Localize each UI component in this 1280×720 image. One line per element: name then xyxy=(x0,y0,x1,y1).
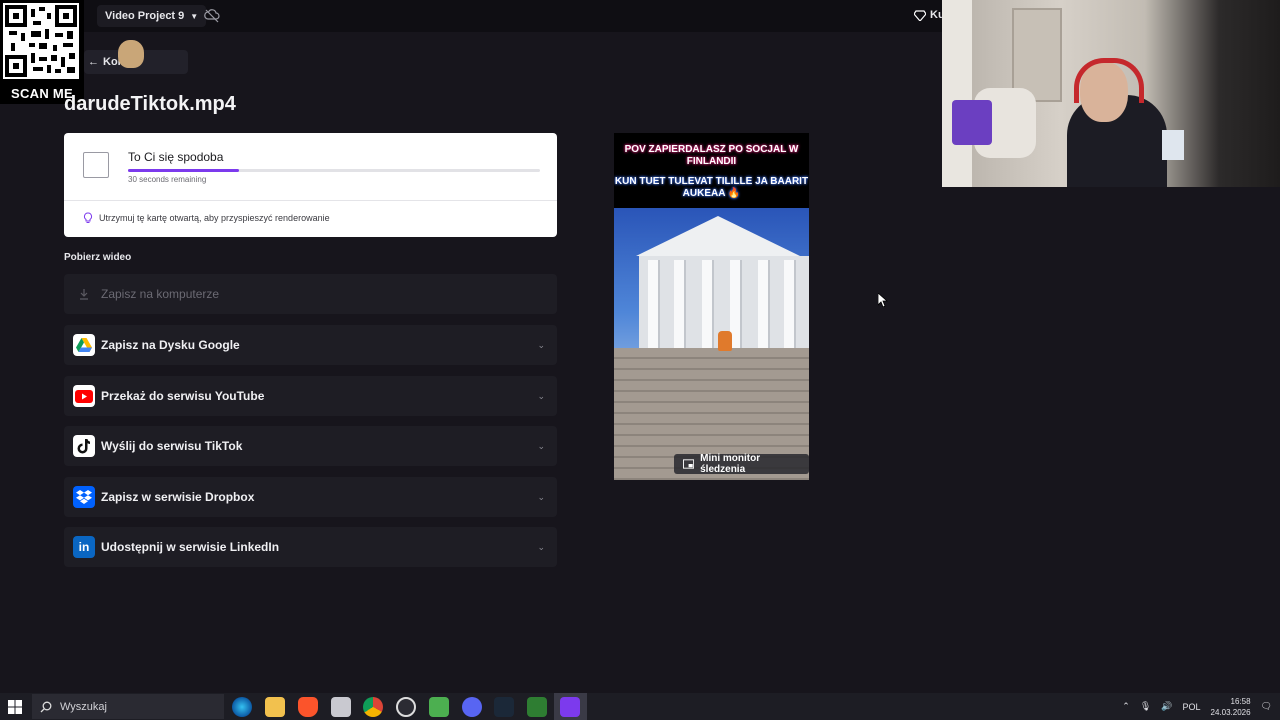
chevron-down-icon: ⌄ xyxy=(537,339,545,350)
webcam-headphones xyxy=(1074,58,1144,103)
app-icon[interactable] xyxy=(331,697,351,717)
render-checkbox xyxy=(83,152,109,178)
option-label: Udostępnij w serwisie LinkedIn xyxy=(101,540,280,554)
brave-icon[interactable] xyxy=(298,697,318,717)
preview-caption-2: KUN TUET TULEVAT TILILLE JA BAARIT AUKEA… xyxy=(614,176,809,199)
chevron-down-icon: ⌄ xyxy=(537,440,545,451)
lightbulb-icon xyxy=(83,212,93,223)
preview-caption-area: POV ZAPIERDALASZ PO SOCJAL W FINLANDII K… xyxy=(614,133,809,208)
save-to-computer-button[interactable]: Zapisz na komputerze xyxy=(64,274,557,314)
diamond-icon xyxy=(914,9,926,21)
preview-pediment xyxy=(636,216,800,256)
download-section-title: Pobierz wideo xyxy=(64,252,132,263)
notifications-icon[interactable]: 🗨 xyxy=(1261,701,1272,712)
project-name: Video Project 9 xyxy=(105,10,185,22)
chevron-down-icon: ⌄ xyxy=(537,491,545,502)
system-tray: ⌃ 🎙 🔊 POL 16:58 24.03.2026 🗨 xyxy=(1122,693,1272,720)
tiktok-icon xyxy=(73,435,95,457)
clipchamp-icon[interactable] xyxy=(560,697,580,717)
chrome-icon[interactable] xyxy=(363,697,383,717)
chevron-up-icon[interactable]: ⌃ xyxy=(1122,701,1130,712)
option-label: Wyślij do serwisu TikTok xyxy=(101,439,243,453)
search-icon xyxy=(40,701,52,712)
clock-time: 16:58 xyxy=(1230,696,1251,706)
option-label: Przekaż do serwisu YouTube xyxy=(101,389,265,403)
file-title: darudeTiktok.mp4 xyxy=(64,93,236,115)
edge-icon[interactable] xyxy=(232,697,252,717)
save-to-dropbox-button[interactable]: Zapisz w serwisie Dropbox ⌄ xyxy=(64,477,557,517)
clock-date: 24.03.2026 xyxy=(1210,707,1251,717)
render-remaining: 30 seconds remaining xyxy=(128,175,207,184)
save-to-google-drive-button[interactable]: Zapisz na Dysku Google ⌄ xyxy=(64,325,557,365)
back-arrow-icon: ← xyxy=(88,56,99,68)
render-progress-bar xyxy=(128,169,540,172)
render-progress-card: To Ci się spodoba 30 seconds remaining U… xyxy=(64,133,557,237)
cloud-off-icon[interactable] xyxy=(204,8,220,24)
render-title: To Ci się spodoba xyxy=(128,150,224,164)
obs-icon[interactable] xyxy=(396,697,416,717)
picture-in-picture-icon xyxy=(683,459,695,469)
play-icon[interactable] xyxy=(527,697,547,717)
app-icon-green[interactable] xyxy=(429,697,449,717)
upgrade-button[interactable]: Ku xyxy=(914,9,945,21)
webcam-shelf xyxy=(942,0,972,187)
taskbar: Wyszukaj ⌃ 🎙 🔊 POL 16:58 24.03.2026 🗨 xyxy=(0,693,1280,720)
option-label: Zapisz na komputerze xyxy=(101,287,220,301)
google-drive-icon xyxy=(73,334,95,356)
youtube-icon xyxy=(73,385,95,407)
chevron-down-icon: ⌄ xyxy=(537,541,545,552)
taskbar-search[interactable]: Wyszukaj xyxy=(32,694,224,719)
microphone-icon[interactable]: 🎙 xyxy=(1140,701,1151,712)
speaker-icon[interactable]: 🔊 xyxy=(1161,701,1172,712)
send-to-tiktok-button[interactable]: Wyślij do serwisu TikTok ⌄ xyxy=(64,426,557,466)
webcam-purple-object xyxy=(952,100,992,145)
render-progress-fill xyxy=(128,169,240,172)
clock[interactable]: 16:58 24.03.2026 xyxy=(1211,696,1251,718)
steam-icon[interactable] xyxy=(494,697,514,717)
language-indicator[interactable]: POL xyxy=(1183,702,1201,712)
mini-monitor-button[interactable]: Mini monitor śledzenia xyxy=(674,453,809,475)
preview-person xyxy=(718,331,732,351)
render-tip-text: Utrzymuj tę kartę otwartą, aby przyspies… xyxy=(99,213,330,223)
mini-monitor-label: Mini monitor śledzenia xyxy=(700,453,761,475)
discord-icon[interactable] xyxy=(462,697,482,717)
share-to-linkedin-button[interactable]: in Udostępnij w serwisie LinkedIn ⌄ xyxy=(64,527,557,567)
project-menu-button[interactable]: Video Project 9 ▼ xyxy=(97,5,207,27)
option-label: Zapisz na Dysku Google xyxy=(101,338,240,352)
divider xyxy=(64,200,557,201)
qr-overlay: SCAN ME xyxy=(0,0,84,104)
chevron-down-icon: ⌄ xyxy=(537,390,545,401)
render-tip: Utrzymuj tę kartę otwartą, aby przyspies… xyxy=(83,212,330,224)
linkedin-icon: in xyxy=(73,536,95,558)
caret-down-icon: ▼ xyxy=(190,11,199,21)
video-preview[interactable]: POV ZAPIERDALASZ PO SOCJAL W FINLANDII K… xyxy=(614,133,809,480)
taskbar-search-placeholder: Wyszukaj xyxy=(60,700,107,713)
file-explorer-icon[interactable] xyxy=(265,697,285,717)
cat-sticker xyxy=(118,40,144,68)
qr-code xyxy=(3,3,79,79)
webcam-overlay xyxy=(942,0,1280,187)
webcam-monitor xyxy=(1162,130,1184,160)
download-icon xyxy=(73,283,95,305)
preview-caption-1: POV ZAPIERDALASZ PO SOCJAL W FINLANDII xyxy=(624,144,799,167)
mouse-cursor-icon xyxy=(878,293,888,307)
upload-to-youtube-button[interactable]: Przekaż do serwisu YouTube ⌄ xyxy=(64,376,557,416)
option-label: Zapisz w serwisie Dropbox xyxy=(101,490,255,504)
dropbox-icon xyxy=(73,486,95,508)
windows-start-icon[interactable] xyxy=(8,700,22,714)
